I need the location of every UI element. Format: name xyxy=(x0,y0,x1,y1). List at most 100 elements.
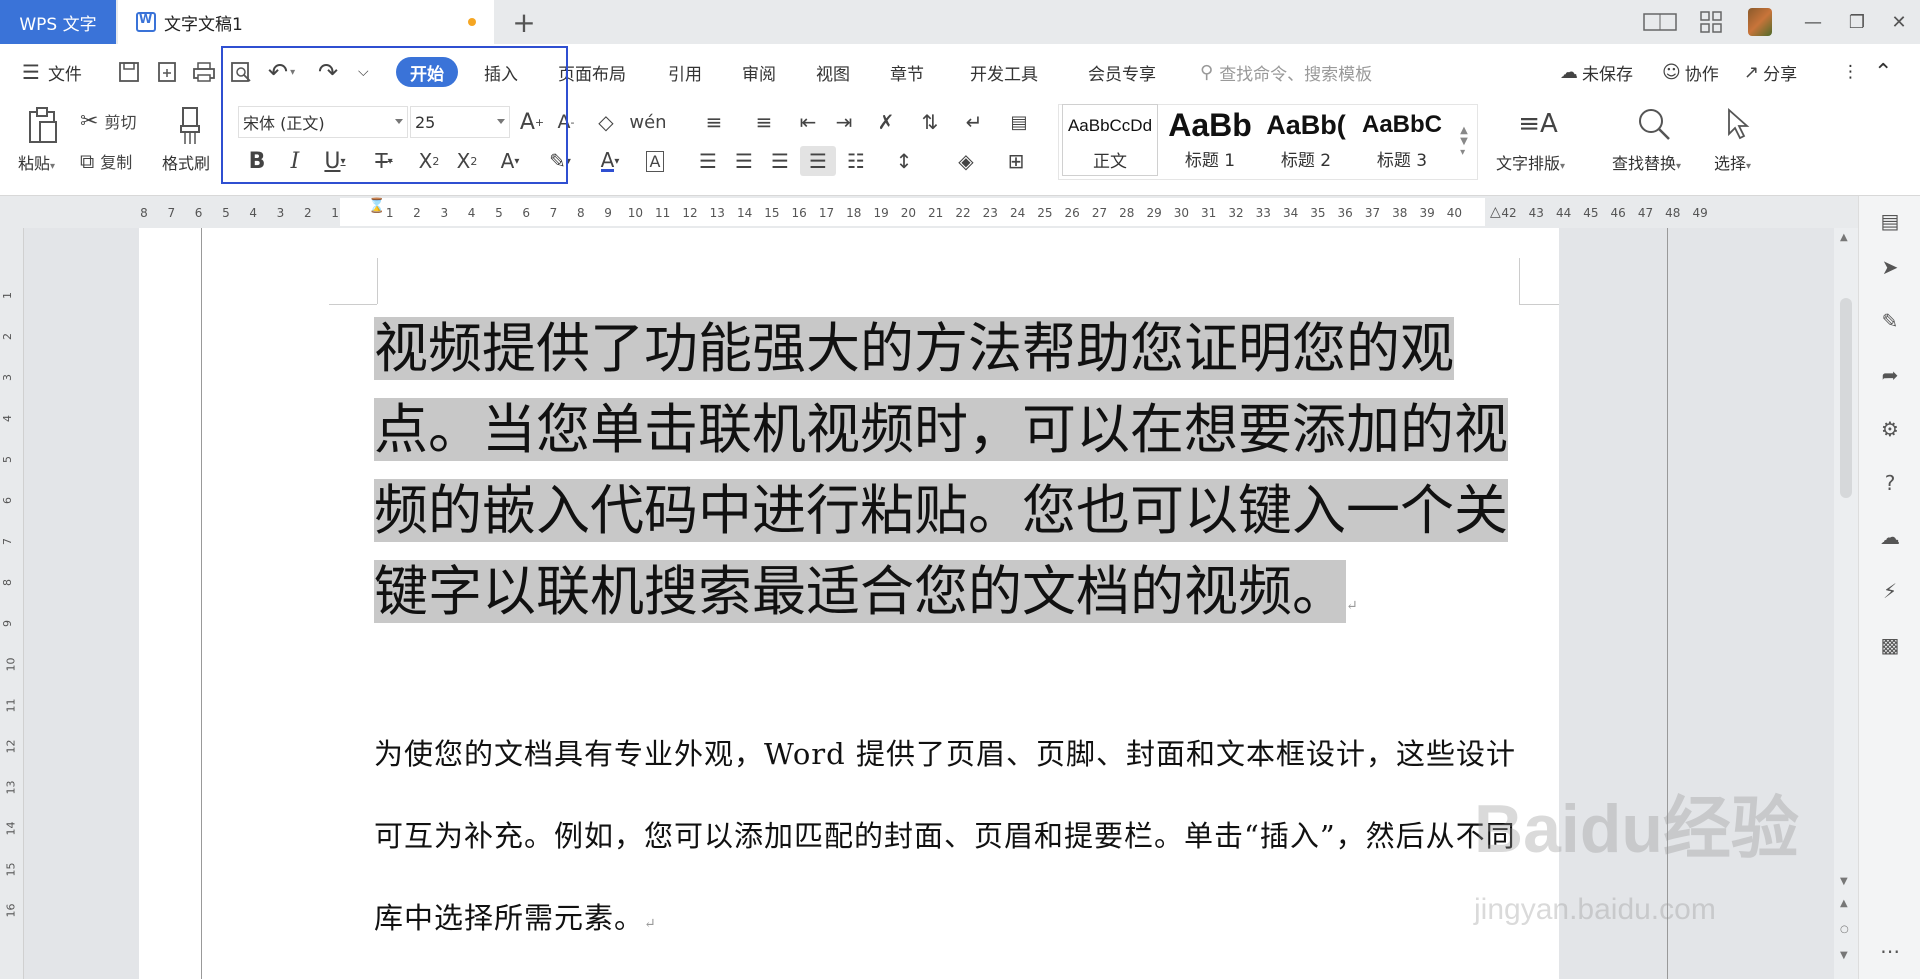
browse-object-icon[interactable]: ○ xyxy=(1840,924,1849,935)
vertical-scrollbar[interactable]: ▲ ▼ ▲ ○ ▼ xyxy=(1834,228,1858,979)
vertical-ruler-number: 9 xyxy=(1,620,14,627)
document-tab[interactable]: 文字文稿1 xyxy=(118,0,494,44)
sliders-icon[interactable]: ⚙ xyxy=(1877,416,1903,442)
decrease-indent-icon[interactable]: ⇤ xyxy=(794,108,822,136)
chinese-layout-icon[interactable]: ✗ xyxy=(866,108,906,136)
cursor-select-icon[interactable] xyxy=(1720,104,1756,144)
font-color-icon[interactable]: A ▾ xyxy=(590,146,630,176)
magnifier-icon[interactable] xyxy=(1634,104,1674,144)
body-text[interactable]: 为使您的文档具有专业外观，Word 提供了页眉、页脚、封面和文本框设计，这些设计… xyxy=(374,737,1516,935)
tab-member[interactable]: 会员专享 xyxy=(1088,54,1156,90)
command-search[interactable]: ⚲ 查找命令、搜索模板 xyxy=(1200,54,1372,90)
sort-icon[interactable]: ⇅ xyxy=(916,108,944,136)
vertical-ruler[interactable]: 1 2 3 4 5 6 7 8 9 10 11 12 13 14 15 16 xyxy=(0,228,24,979)
align-left-icon[interactable]: ☰ xyxy=(694,146,722,176)
ruler-number: 32 xyxy=(1228,206,1244,220)
vertical-ruler-number: 11 xyxy=(4,698,18,713)
ruler-number: 11 xyxy=(655,206,671,220)
book-icon[interactable]: ▩ xyxy=(1877,632,1903,658)
unsaved-status[interactable]: ☁ 未保存 xyxy=(1560,54,1633,90)
avatar[interactable] xyxy=(1746,0,1774,44)
corner-mark xyxy=(377,258,378,304)
ruler-number: 19 xyxy=(873,206,889,220)
close-icon[interactable]: ✕ xyxy=(1884,0,1914,44)
plus-icon[interactable]: + xyxy=(508,6,540,39)
collapse-ribbon-icon[interactable]: ⌃ xyxy=(1874,54,1892,90)
ruler-number: 42 xyxy=(1501,206,1517,220)
clear-format-icon[interactable]: ◇ xyxy=(592,108,620,136)
character-border-icon[interactable]: A xyxy=(640,146,670,176)
style-heading-2[interactable]: AaBb( 标题 2 xyxy=(1258,104,1354,176)
scroll-up-icon[interactable]: ▲ xyxy=(1840,232,1848,243)
corner-mark xyxy=(1519,258,1520,304)
tab-references[interactable]: 引用 xyxy=(668,54,702,90)
paste-button[interactable]: 粘贴▾ xyxy=(18,150,55,174)
prev-page-icon[interactable]: ▲ xyxy=(1840,898,1848,909)
text-layout-icon[interactable]: ≡A xyxy=(1518,104,1558,144)
bullets-icon[interactable]: ≡ xyxy=(694,108,734,136)
share-button[interactable]: ↗ 分享 xyxy=(1744,54,1797,90)
borders-icon[interactable]: ⊞ xyxy=(996,146,1036,176)
style-heading-1[interactable]: AaBb 标题 1 xyxy=(1162,104,1258,176)
tab-chapter[interactable]: 章节 xyxy=(890,54,924,90)
restore-icon[interactable]: ❐ xyxy=(1842,0,1872,44)
scrollbar-thumb[interactable] xyxy=(1840,298,1852,498)
rocket-icon[interactable]: ➤ xyxy=(1877,254,1903,280)
justify-icon[interactable]: ☰ xyxy=(800,146,836,176)
app-tab[interactable]: WPS 文字 xyxy=(0,0,116,44)
selected-text[interactable]: 视频提供了功能强大的方法帮助您证明您的观点。当您单击联机视频时，可以在想要添加的… xyxy=(374,317,1508,623)
find-replace-button[interactable]: 查找替换▾ xyxy=(1612,150,1681,174)
file-menu[interactable]: ☰ 文件 xyxy=(22,54,82,90)
tab-view[interactable]: 视图 xyxy=(816,54,850,90)
ruler-number: 20 xyxy=(900,206,917,220)
ruler-number: 4 xyxy=(467,206,476,220)
format-painter-icon[interactable] xyxy=(170,104,210,148)
more-icon[interactable]: ⋯ xyxy=(1877,938,1903,964)
save-icon[interactable] xyxy=(118,54,140,90)
phonetic-guide-icon[interactable]: wén xyxy=(628,108,668,136)
text-layout-button[interactable]: 文字排版▾ xyxy=(1496,150,1565,174)
numbering-icon[interactable]: ≡ xyxy=(744,108,784,136)
cloud-backup-icon[interactable]: ☁ xyxy=(1877,524,1903,550)
help-icon[interactable]: ? xyxy=(1877,470,1903,496)
style-normal[interactable]: AaBbCcDd 正文 xyxy=(1062,104,1158,176)
line-spacing-icon[interactable]: ↕ xyxy=(884,146,924,176)
selected-paragraph[interactable]: 视频提供了功能强大的方法帮助您证明您的观点。当您单击联机视频时，可以在想要添加的… xyxy=(374,308,1519,647)
next-page-icon[interactable]: ▼ xyxy=(1840,950,1848,961)
more-options-icon[interactable]: ⋮ xyxy=(1842,54,1859,90)
align-center-icon[interactable]: ☰ xyxy=(730,146,758,176)
reading-mode-icon[interactable] xyxy=(1642,0,1678,44)
select-button[interactable]: 选择▾ xyxy=(1714,150,1751,174)
show-hide-icon[interactable]: ↵ xyxy=(954,108,994,136)
right-indent-icon[interactable]: △ xyxy=(1490,204,1501,220)
vertical-ruler-number: 16 xyxy=(4,903,18,918)
ruler-number: 45 xyxy=(1583,206,1599,220)
format-painter-label[interactable]: 格式刷 xyxy=(162,150,210,174)
lightning-icon[interactable]: ⚡ xyxy=(1877,578,1903,604)
pointer-icon[interactable]: ➦ xyxy=(1877,362,1903,388)
tab-review[interactable]: 审阅 xyxy=(742,54,776,90)
style-heading-3[interactable]: AaBbC 标题 3 xyxy=(1354,104,1450,176)
grid-apps-icon[interactable] xyxy=(1696,0,1726,44)
tab-developer[interactable]: 开发工具 xyxy=(970,54,1038,90)
shading-icon[interactable]: ◈ xyxy=(946,146,986,176)
ruler-toggle-icon[interactable]: ▤ xyxy=(1002,108,1036,136)
align-right-icon[interactable]: ☰ xyxy=(766,146,794,176)
distributed-align-icon[interactable]: ☷ xyxy=(842,146,870,176)
horizontal-ruler[interactable]: 8 7 6 5 4 3 2 1 1 2 3 4 5 6 7 8 9 10 11 12 13 14 15 16 17 18 19 20 2… xyxy=(0,196,1920,228)
style-gallery-scroll[interactable]: ▲ ▼ ▾ xyxy=(1454,106,1474,176)
increase-indent-icon[interactable]: ⇥ xyxy=(830,108,858,136)
paste-icon[interactable] xyxy=(22,104,64,148)
collaborate-button[interactable]: ☺ 协作 xyxy=(1662,54,1719,90)
ruler-number: 49 xyxy=(1692,206,1708,220)
panel-toggle-icon[interactable]: ▤ xyxy=(1877,208,1903,234)
print-icon[interactable] xyxy=(192,54,216,90)
export-icon[interactable] xyxy=(156,54,178,90)
minimize-icon[interactable]: — xyxy=(1798,0,1828,44)
vertical-ruler-number: 12 xyxy=(4,739,18,754)
pen-icon[interactable]: ✎ xyxy=(1877,308,1903,334)
tab-page-layout[interactable]: 页面布局 xyxy=(558,54,626,90)
scroll-down-icon[interactable]: ▼ xyxy=(1840,876,1848,887)
body-paragraph[interactable]: 为使您的文档具有专业外观，Word 提供了页眉、页脚、封面和文本框设计，这些设计… xyxy=(374,713,1519,965)
indent-marker-icon[interactable]: ⌛ xyxy=(368,198,385,214)
